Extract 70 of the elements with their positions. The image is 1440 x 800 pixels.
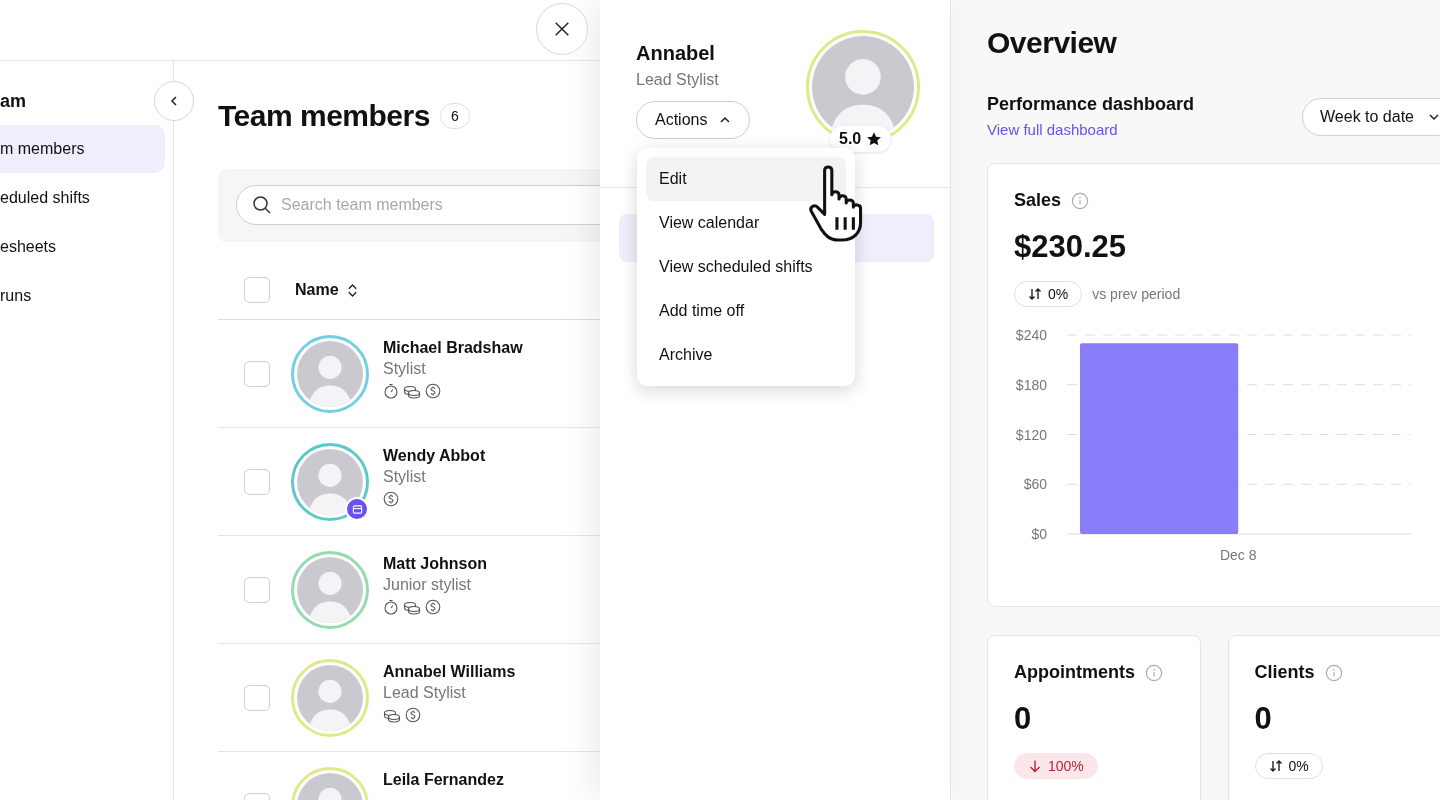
timer-icon (383, 383, 399, 399)
search-icon (252, 195, 272, 215)
info-icon (1324, 663, 1343, 682)
overview-title: Overview (987, 26, 1118, 60)
member-name: Michael Bradshaw (383, 339, 523, 357)
menu-item[interactable]: View scheduled shifts (646, 245, 846, 289)
coins-icon (403, 383, 421, 399)
metric-value: 0 (1254, 701, 1273, 737)
axis-label: $0 (1031, 526, 1047, 542)
info-icon (1145, 663, 1163, 682)
up-down-arrows-icon (1268, 759, 1283, 773)
menu-item[interactable]: Edit (646, 157, 846, 201)
member-name: Wendy Abbot (383, 447, 486, 465)
axis-label: $240 (1015, 327, 1047, 343)
up-down-arrows-icon (1028, 287, 1042, 301)
member-name: Annabel (636, 42, 716, 65)
metric-value: 0 (1014, 701, 1033, 737)
sidebar-item[interactable]: esheets (0, 223, 165, 271)
row-checkbox[interactable] (244, 577, 270, 603)
close-icon (553, 20, 571, 38)
chevron-left-icon (168, 95, 180, 107)
card-title: Sales (1014, 190, 1062, 211)
change-pill: 100% (1014, 753, 1098, 779)
axis-label: $60 (1023, 476, 1047, 493)
coins-icon (403, 599, 421, 615)
coins-icon (383, 707, 401, 723)
dollar-icon (425, 383, 441, 399)
search-field[interactable]: Search team members (236, 185, 600, 225)
row-checkbox[interactable] (244, 685, 270, 711)
arrow-down-icon (1028, 759, 1042, 773)
dollar-icon (425, 599, 441, 615)
actions-button[interactable]: Actions (636, 101, 751, 139)
comparison-label: vs prev period (1092, 286, 1181, 302)
member-name: Leila Fernandez (383, 771, 504, 789)
member-name: Matt Johnson (383, 555, 487, 573)
name-column-header[interactable]: Name (295, 281, 358, 299)
sidebar-item[interactable]: eduled shifts (0, 174, 165, 222)
menu-item[interactable]: Add time off (646, 289, 846, 333)
dashboard-title: Performance dashboard (987, 94, 1195, 115)
close-button[interactable] (536, 3, 588, 55)
sidebar-title: am (0, 90, 27, 113)
star-icon (866, 131, 883, 147)
sidebar-item[interactable]: runs (0, 272, 165, 320)
member-name: Annabel Williams (383, 663, 516, 681)
member-role: Lead Stylist (636, 71, 720, 89)
info-icon (1071, 191, 1090, 210)
row-checkbox[interactable] (244, 361, 270, 387)
dollar-icon (383, 491, 399, 507)
dollar-icon (405, 707, 421, 723)
view-dashboard-link[interactable]: View full dashboard (987, 121, 1118, 138)
menu-item[interactable]: Archive (646, 333, 846, 377)
sidebar-item[interactable]: m members (0, 125, 165, 173)
timer-icon (383, 599, 399, 615)
card-title: Clients (1254, 662, 1315, 683)
axis-label: $120 (1015, 426, 1047, 443)
sales-value: $230.25 (1014, 229, 1128, 265)
card-title: Appointments (1014, 662, 1135, 683)
page-title: Team members (218, 99, 430, 133)
member-role: Lead Stylist (383, 684, 467, 702)
member-role: Junior stylist (383, 576, 473, 594)
sort-icon (346, 282, 358, 298)
row-checkbox[interactable] (244, 469, 270, 495)
period-dropdown[interactable]: Week to date (1302, 97, 1440, 136)
member-role: Stylist (383, 360, 427, 378)
axis-label: Dec 8 (1219, 547, 1257, 563)
collapse-button[interactable] (154, 81, 194, 121)
select-all-checkbox[interactable] (244, 277, 270, 303)
member-role: Stylist (383, 468, 427, 486)
axis-label: $180 (1015, 376, 1047, 393)
rating-badge: 5.0 (830, 126, 892, 152)
